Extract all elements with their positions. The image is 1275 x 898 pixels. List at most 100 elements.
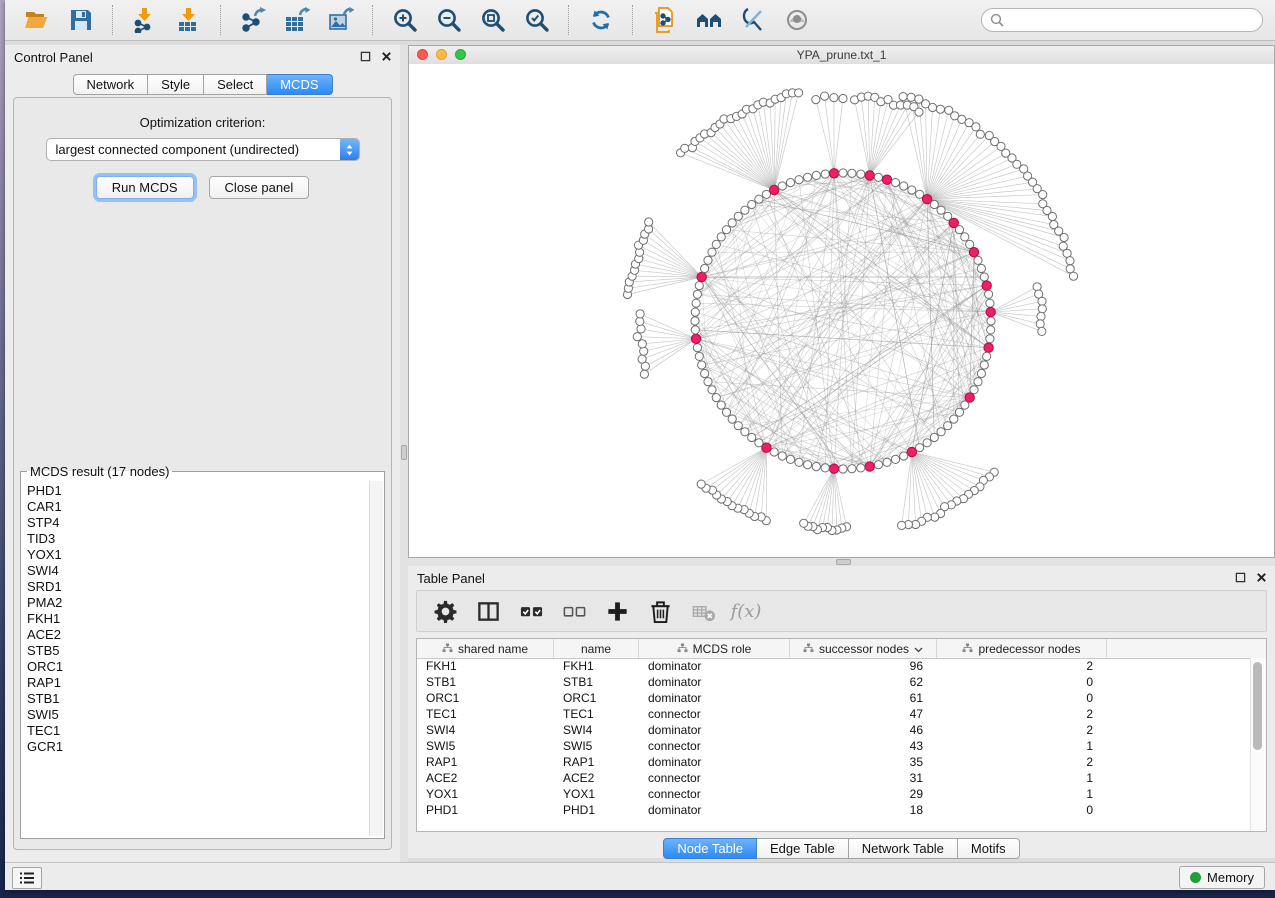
tab-style[interactable]: Style: [148, 74, 204, 95]
open-file-icon[interactable]: [22, 5, 52, 35]
deselect-all-icon[interactable]: [560, 597, 588, 625]
mcds-result-item[interactable]: GCR1: [27, 739, 369, 755]
zoom-selected-icon[interactable]: [522, 5, 552, 35]
mcds-result-item[interactable]: ACE2: [27, 627, 369, 643]
mcds-result-item[interactable]: SWI5: [27, 707, 369, 723]
close-panel-icon[interactable]: [381, 51, 392, 62]
vertical-splitter[interactable]: [400, 45, 408, 862]
mcds-list-scrollbar[interactable]: [369, 481, 383, 836]
column-namespace-icon: [803, 642, 814, 656]
table-row[interactable]: PHD1PHD1dominator180: [417, 802, 1251, 818]
import-table-icon[interactable]: [174, 5, 204, 35]
table-row[interactable]: TEC1TEC1connector472: [417, 706, 1251, 722]
tab-node-table[interactable]: Node Table: [663, 838, 757, 859]
table-row[interactable]: ACE2ACE2connector311: [417, 770, 1251, 786]
hide-unhide-icon[interactable]: [738, 5, 768, 35]
select-all-icon[interactable]: [517, 597, 545, 625]
mcds-result-item[interactable]: FKH1: [27, 611, 369, 627]
cell-name: RAP1: [554, 754, 639, 770]
zoom-fit-icon[interactable]: [478, 5, 508, 35]
tab-mcds[interactable]: MCDS: [267, 74, 332, 95]
vertical-splitter-handle[interactable]: [401, 445, 407, 460]
export-image-icon[interactable]: [326, 5, 356, 35]
mcds-result-item[interactable]: PHD1: [27, 483, 369, 499]
column-namespace-icon: [677, 642, 688, 656]
mcds-result-item[interactable]: SRD1: [27, 579, 369, 595]
float-panel-icon[interactable]: [1235, 572, 1246, 583]
search-input[interactable]: [981, 8, 1263, 32]
table-row[interactable]: SWI5SWI5connector431: [417, 738, 1251, 754]
horizontal-splitter[interactable]: [408, 558, 1275, 566]
cell-name: ORC1: [554, 690, 639, 706]
column-header-MCDS-role[interactable]: MCDS role: [639, 639, 790, 658]
tab-select[interactable]: Select: [204, 74, 267, 95]
table-row[interactable]: RAP1RAP1dominator352: [417, 754, 1251, 770]
table-row[interactable]: ORC1ORC1dominator610: [417, 690, 1251, 706]
clone-network-icon[interactable]: [650, 5, 680, 35]
cell-successor-nodes: 29: [790, 786, 937, 802]
run-mcds-button[interactable]: Run MCDS: [96, 176, 194, 199]
mcds-result-group: MCDS result (17 nodes) PHD1CAR1STP4TID3Y…: [20, 464, 385, 839]
save-session-icon[interactable]: [66, 5, 96, 35]
mcds-result-list: PHD1CAR1STP4TID3YOX1SWI4SRD1PMA2FKH1ACE2…: [22, 481, 369, 836]
sort-descending-icon: [914, 642, 923, 656]
table-panel: Table Panel f(x) shared namenameMCDS rol…: [408, 566, 1275, 858]
mcds-result-item[interactable]: CAR1: [27, 499, 369, 515]
table-scrollbar-thumb[interactable]: [1253, 662, 1262, 750]
export-table-icon[interactable]: [282, 5, 312, 35]
control-panel: Control Panel NetworkStyleSelectMCDS Opt…: [5, 45, 400, 862]
mcds-result-item[interactable]: PMA2: [27, 595, 369, 611]
delete-row-icon[interactable]: [646, 597, 674, 625]
cell-predecessor-nodes: 1: [937, 770, 1107, 786]
mcds-result-item[interactable]: ORC1: [27, 659, 369, 675]
table-row[interactable]: SWI4SWI4dominator462: [417, 722, 1251, 738]
mcds-result-item[interactable]: RAP1: [27, 675, 369, 691]
main-area: Control Panel NetworkStyleSelectMCDS Opt…: [5, 41, 1275, 862]
add-row-icon[interactable]: [603, 597, 631, 625]
show-graphics-icon[interactable]: [782, 5, 812, 35]
close-panel-icon[interactable]: [1256, 572, 1267, 583]
column-header-name[interactable]: name: [554, 639, 639, 658]
close-panel-button[interactable]: Close panel: [209, 176, 310, 199]
search-network-icon[interactable]: [694, 5, 724, 35]
tab-edge-table[interactable]: Edge Table: [757, 838, 849, 859]
network-canvas[interactable]: [409, 64, 1274, 557]
cell-predecessor-nodes: 1: [937, 738, 1107, 754]
zoom-in-icon[interactable]: [390, 5, 420, 35]
task-history-button[interactable]: [12, 867, 42, 889]
memory-button[interactable]: Memory: [1179, 866, 1265, 889]
show-columns-icon[interactable]: [474, 597, 502, 625]
cell-MCDS-role: connector: [639, 786, 790, 802]
network-graph[interactable]: [409, 64, 1274, 557]
import-network-icon[interactable]: [130, 5, 160, 35]
horizontal-splitter-handle[interactable]: [836, 559, 851, 565]
table-row[interactable]: YOX1YOX1connector291: [417, 786, 1251, 802]
table-row[interactable]: STB1STB1dominator620: [417, 674, 1251, 690]
mcds-result-item[interactable]: YOX1: [27, 547, 369, 563]
optimization-select[interactable]: largest connected component (undirected): [46, 138, 360, 161]
mcds-result-item[interactable]: STB1: [27, 691, 369, 707]
search-box: [981, 8, 1263, 32]
column-header-successor-nodes[interactable]: successor nodes: [790, 639, 937, 658]
mcds-result-item[interactable]: TID3: [27, 531, 369, 547]
column-header-predecessor-nodes[interactable]: predecessor nodes: [937, 639, 1107, 658]
search-icon: [990, 13, 1004, 32]
tab-network[interactable]: Network: [72, 74, 148, 95]
mcds-result-item[interactable]: STB5: [27, 643, 369, 659]
table-row[interactable]: FKH1FKH1dominator962: [417, 658, 1251, 674]
tab-network-table[interactable]: Network Table: [849, 838, 958, 859]
column-header-shared-name[interactable]: shared name: [417, 639, 554, 658]
memory-label: Memory: [1207, 870, 1254, 885]
cell-successor-nodes: 62: [790, 674, 937, 690]
mcds-result-item[interactable]: STP4: [27, 515, 369, 531]
delete-table-icon: [689, 597, 717, 625]
table-scrollbar[interactable]: [1250, 658, 1266, 831]
export-network-icon[interactable]: [238, 5, 268, 35]
float-panel-icon[interactable]: [360, 51, 371, 62]
refresh-icon[interactable]: [586, 5, 616, 35]
mcds-result-item[interactable]: TEC1: [27, 723, 369, 739]
tab-motifs[interactable]: Motifs: [958, 838, 1020, 859]
mcds-result-item[interactable]: SWI4: [27, 563, 369, 579]
table-settings-icon[interactable]: [431, 597, 459, 625]
zoom-out-icon[interactable]: [434, 5, 464, 35]
